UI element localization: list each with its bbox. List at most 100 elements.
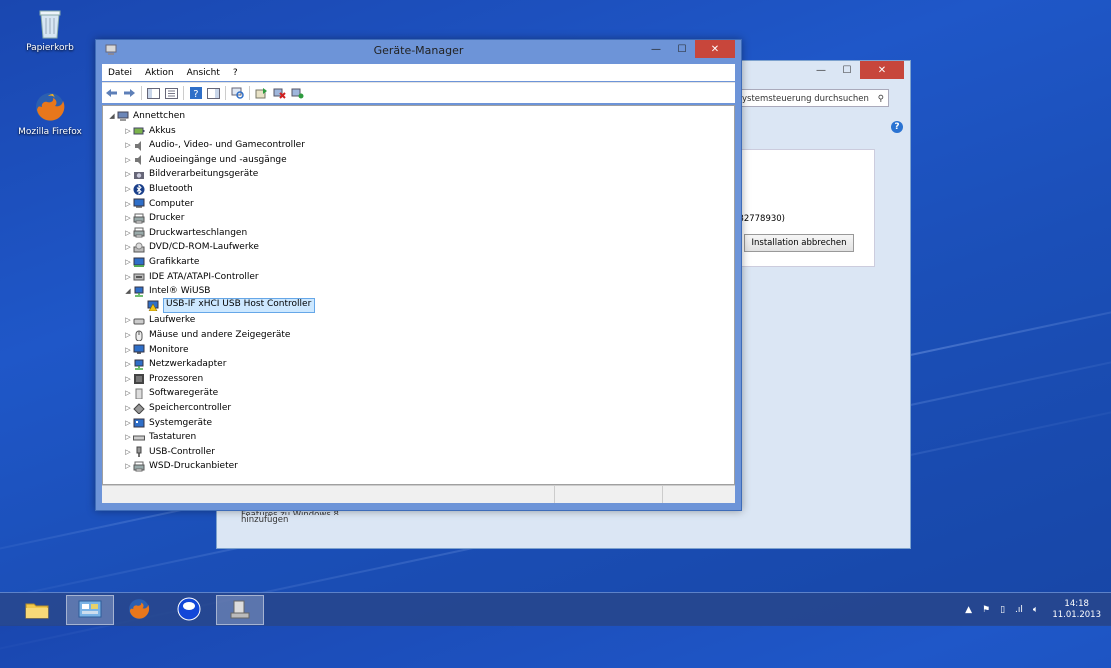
tree-category-label: Bluetooth — [149, 184, 193, 194]
tree-category[interactable]: ▷ Prozessoren — [123, 372, 203, 386]
back-arrow-icon[interactable] — [104, 86, 119, 100]
expand-arrow-icon[interactable]: ▷ — [123, 200, 133, 208]
tree-category[interactable]: ▷ Mäuse und andere Zeigegeräte — [123, 328, 290, 342]
expand-arrow-icon[interactable]: ▷ — [123, 185, 133, 193]
close-button[interactable]: ✕ — [860, 61, 904, 79]
expand-arrow-icon[interactable]: ▷ — [123, 360, 133, 368]
expand-arrow-icon[interactable]: ▷ — [123, 127, 133, 135]
tree-category[interactable]: ▷ DVD/CD-ROM-Laufwerke — [123, 240, 259, 254]
tree-category[interactable]: ▷ Tastaturen — [123, 430, 196, 444]
show-hidden-icons-icon[interactable]: ▲ — [965, 605, 972, 615]
collapse-arrow-icon[interactable]: ◢ — [107, 112, 117, 120]
tree-category[interactable]: ▷ Drucker — [123, 211, 184, 225]
cancel-installation-button[interactable]: Installation abbrechen — [744, 234, 854, 252]
action-center-flag-icon[interactable]: ⚑ — [982, 605, 990, 615]
expand-arrow-icon[interactable]: ▷ — [123, 419, 133, 427]
expand-arrow-icon[interactable]: ▷ — [123, 389, 133, 397]
tree-category[interactable]: ▷ Computer — [123, 197, 194, 211]
toolbar-separator — [249, 86, 250, 100]
tree-root[interactable]: ◢ Annettchen — [107, 109, 185, 123]
expand-arrow-icon[interactable]: ▷ — [123, 156, 133, 164]
tree-category[interactable]: ▷ Bildverarbeitungsgeräte — [123, 167, 258, 181]
tree-category[interactable]: ▷ Monitore — [123, 343, 189, 357]
properties-icon[interactable] — [164, 86, 179, 100]
computer-icon — [117, 111, 129, 121]
expand-arrow-icon[interactable]: ▷ — [123, 346, 133, 354]
tree-category-label: Mäuse und andere Zeigegeräte — [149, 330, 291, 340]
menu-item-action[interactable]: Aktion — [145, 68, 174, 78]
uninstall-device-icon[interactable] — [272, 86, 287, 100]
network-status-icon[interactable]: ▯ — [1000, 605, 1005, 615]
expand-arrow-icon[interactable]: ▷ — [123, 404, 133, 412]
desktop-icon-recycle-bin[interactable]: Papierkorb — [18, 6, 82, 53]
tree-device[interactable]: USB-IF xHCI USB Host Controller — [147, 298, 316, 314]
expand-arrow-icon[interactable]: ▷ — [123, 433, 133, 441]
expand-arrow-icon[interactable]: ▷ — [123, 375, 133, 383]
expand-arrow-icon[interactable]: ▷ — [123, 448, 133, 456]
tree-category-label: Audioeingänge und -ausgänge — [149, 154, 287, 165]
tree-category[interactable]: ▷ Bluetooth — [123, 182, 193, 196]
help-icon[interactable]: ? — [891, 121, 903, 133]
tree-category[interactable]: ▷ Speichercontroller — [123, 401, 231, 415]
close-button[interactable]: ✕ — [695, 40, 735, 58]
expand-arrow-icon[interactable]: ▷ — [123, 273, 133, 281]
collapse-arrow-icon[interactable]: ◢ — [123, 287, 133, 295]
show-action-pane-icon[interactable] — [206, 86, 221, 100]
maximize-button[interactable]: ☐ — [834, 61, 860, 79]
tree-category[interactable]: ▷ IDE ATA/ATAPI-Controller — [123, 270, 258, 284]
desktop-icon-firefox[interactable]: Mozilla Firefox — [18, 90, 82, 137]
menu-item-view[interactable]: Ansicht — [187, 68, 220, 78]
display-adapter-icon — [133, 257, 145, 267]
expand-arrow-icon[interactable]: ▷ — [123, 258, 133, 266]
enable-device-icon[interactable] — [290, 86, 305, 100]
tree-category[interactable]: ▷ Netzwerkadapter — [123, 357, 226, 371]
expand-arrow-icon[interactable]: ▷ — [123, 331, 133, 339]
tree-category[interactable]: ▷ WSD-Druckanbieter — [123, 459, 238, 473]
clock[interactable]: 14:18 11.01.2013 — [1052, 599, 1101, 621]
scan-hardware-icon[interactable] — [230, 86, 245, 100]
expand-arrow-icon[interactable]: ▷ — [123, 462, 133, 470]
status-divider — [554, 486, 555, 503]
printer-icon — [133, 461, 145, 472]
taskbar-firefox-button[interactable] — [116, 595, 162, 623]
tree-category[interactable]: ▷ Laufwerke — [123, 313, 195, 327]
expand-arrow-icon[interactable]: ▷ — [123, 229, 133, 237]
show-hide-console-tree-icon[interactable] — [146, 86, 161, 100]
tree-category[interactable]: ▷ Grafikkarte — [123, 255, 199, 269]
expand-arrow-icon[interactable]: ▷ — [123, 170, 133, 178]
tree-category[interactable]: ▷ Akkus — [123, 124, 176, 138]
tree-category[interactable]: ▷ Druckwarteschlangen — [123, 226, 247, 240]
expand-arrow-icon[interactable]: ▷ — [123, 141, 133, 149]
tree-category[interactable]: ▷ Softwaregeräte — [123, 386, 218, 400]
update-driver-icon[interactable] — [254, 86, 269, 100]
help-icon[interactable]: ? — [188, 86, 203, 100]
add-features-link[interactable]: Features zu Windows 8 hinzufügen — [241, 511, 339, 525]
tree-category-label: Systemgeräte — [149, 417, 213, 428]
maximize-button[interactable]: ☐ — [669, 40, 695, 58]
recycle-bin-icon — [33, 6, 67, 40]
minimize-button[interactable]: — — [808, 61, 834, 79]
expand-arrow-icon[interactable]: ▷ — [123, 214, 133, 222]
taskbar-app-button[interactable] — [166, 595, 212, 623]
expand-arrow-icon[interactable]: ▷ — [123, 243, 133, 251]
tree-category[interactable]: ▷ Systemgeräte — [123, 416, 212, 430]
software-device-icon — [135, 388, 143, 399]
tree-category-label: Grafikkarte — [149, 257, 200, 267]
control-panel-search-input[interactable]: ystemsteuerung durchsuchen ⚲ — [739, 89, 889, 107]
menu-item-file[interactable]: Datei — [108, 68, 132, 78]
forward-arrow-icon[interactable] — [122, 86, 137, 100]
taskbar-control-panel-button[interactable] — [66, 595, 114, 625]
tree-category[interactable]: ◢ Intel® WiUSB — [123, 284, 210, 298]
taskbar-device-manager-button[interactable] — [216, 595, 264, 625]
volume-icon[interactable]: 🔈︎ — [1033, 605, 1038, 615]
tree-category-label: Akkus — [149, 125, 176, 136]
signal-strength-icon[interactable]: .ıl — [1015, 605, 1023, 615]
menu-item-help[interactable]: ? — [233, 68, 238, 78]
device-manager-titlebar[interactable]: Geräte-Manager — ☐ ✕ — [96, 40, 741, 62]
taskbar-explorer-button[interactable] — [14, 595, 60, 623]
tree-category[interactable]: ▷ Audio-, Video- und Gamecontroller — [123, 138, 305, 152]
tree-category[interactable]: ▷ USB-Controller — [123, 445, 215, 459]
expand-arrow-icon[interactable]: ▷ — [123, 316, 133, 324]
minimize-button[interactable]: — — [643, 40, 669, 58]
tree-category[interactable]: ▷ Audioeingänge und -ausgänge — [123, 153, 287, 167]
